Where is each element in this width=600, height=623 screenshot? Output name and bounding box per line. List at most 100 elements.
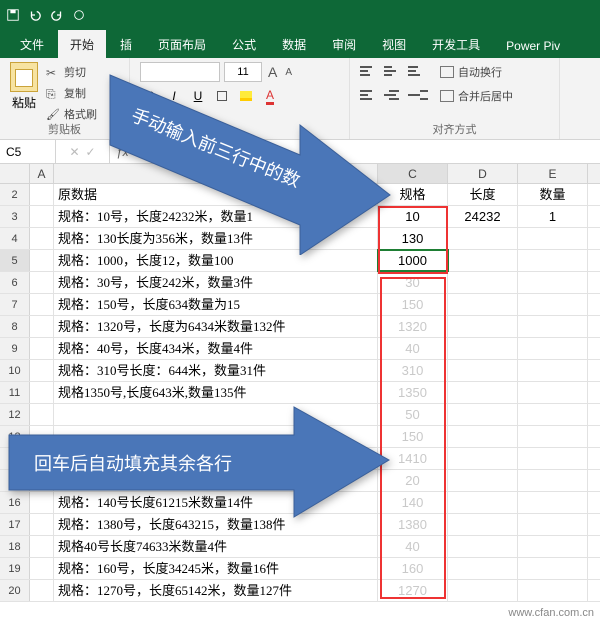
cancel-formula-icon[interactable]: ✕ (69, 145, 79, 159)
enter-formula-icon[interactable]: ✓ (86, 145, 96, 159)
cell[interactable] (30, 338, 54, 359)
cell[interactable]: 规格40号长度74633米数量4件 (54, 536, 378, 557)
cell[interactable] (448, 558, 518, 579)
redo-icon[interactable] (50, 8, 64, 22)
select-all-corner[interactable] (0, 164, 30, 183)
tab-home[interactable]: 开始 (58, 30, 106, 58)
cell[interactable] (30, 580, 54, 601)
cell[interactable] (518, 536, 588, 557)
align-right-button[interactable] (408, 86, 428, 104)
col-header-A[interactable]: A (30, 164, 54, 183)
cell[interactable] (30, 228, 54, 249)
row-header[interactable]: 3 (0, 206, 30, 227)
cell[interactable]: 规格：1320号，长度为6434米数量132件 (54, 316, 378, 337)
cell[interactable] (518, 360, 588, 381)
save-icon[interactable] (6, 8, 20, 22)
row-header[interactable]: 20 (0, 580, 30, 601)
cell[interactable] (448, 382, 518, 403)
cell[interactable] (448, 316, 518, 337)
touch-mode-icon[interactable] (72, 8, 86, 22)
cell[interactable] (518, 382, 588, 403)
tab-developer[interactable]: 开发工具 (420, 30, 492, 58)
cell[interactable]: 1270 (378, 580, 448, 601)
cell[interactable] (448, 470, 518, 491)
cell[interactable] (448, 448, 518, 469)
tab-powerpivot[interactable]: Power Piv (494, 33, 572, 58)
cell[interactable]: 30 (378, 272, 448, 293)
cell[interactable] (518, 558, 588, 579)
cell[interactable] (448, 272, 518, 293)
cell[interactable]: 40 (378, 536, 448, 557)
row-header[interactable]: 18 (0, 536, 30, 557)
cell[interactable] (518, 580, 588, 601)
cell[interactable]: 40 (378, 338, 448, 359)
cell[interactable]: 长度 (448, 184, 518, 205)
cell[interactable]: 24232 (448, 206, 518, 227)
cell[interactable] (448, 404, 518, 425)
row-header[interactable]: 8 (0, 316, 30, 337)
paste-button[interactable]: 粘贴 (10, 62, 38, 124)
cell[interactable]: 1320 (378, 316, 448, 337)
cell[interactable]: 规格：310号长度：644米，数量31件 (54, 360, 378, 381)
cell[interactable] (518, 294, 588, 315)
cell[interactable]: 规格：1270号，长度65142米，数量127件 (54, 580, 378, 601)
cell[interactable] (518, 426, 588, 447)
cell[interactable] (30, 558, 54, 579)
cell[interactable] (518, 338, 588, 359)
cell[interactable]: 规格：30号，长度242米，数量3件 (54, 272, 378, 293)
cell[interactable] (518, 272, 588, 293)
row-header[interactable]: 4 (0, 228, 30, 249)
cell[interactable] (448, 360, 518, 381)
cell[interactable] (30, 272, 54, 293)
cell[interactable] (30, 250, 54, 271)
cell[interactable] (30, 536, 54, 557)
cell[interactable]: 规格：40号，长度434米，数量4件 (54, 338, 378, 359)
merge-center-button[interactable]: 合并后居中 (440, 86, 513, 106)
row-header[interactable]: 10 (0, 360, 30, 381)
cell[interactable] (518, 316, 588, 337)
col-header-D[interactable]: D (448, 164, 518, 183)
cut-button[interactable]: 剪切 (46, 62, 97, 82)
cell[interactable]: 规格：160号，长度34245米，数量16件 (54, 558, 378, 579)
cell[interactable] (518, 404, 588, 425)
row-header[interactable]: 2 (0, 184, 30, 205)
row-header[interactable]: 9 (0, 338, 30, 359)
cell[interactable] (30, 360, 54, 381)
tab-file[interactable]: 文件 (8, 30, 56, 58)
cell[interactable]: 数量 (518, 184, 588, 205)
cell[interactable]: 160 (378, 558, 448, 579)
cell[interactable] (448, 426, 518, 447)
cell[interactable] (30, 184, 54, 205)
cell[interactable]: 1 (518, 206, 588, 227)
cell[interactable] (448, 514, 518, 535)
row-header[interactable]: 7 (0, 294, 30, 315)
cell[interactable] (30, 206, 54, 227)
cell[interactable] (518, 470, 588, 491)
undo-icon[interactable] (28, 8, 42, 22)
copy-button[interactable]: 复制 (46, 83, 97, 103)
cell[interactable] (448, 338, 518, 359)
col-header-E[interactable]: E (518, 164, 588, 183)
cell[interactable] (518, 492, 588, 513)
align-bottom-button[interactable] (408, 62, 428, 80)
row-header[interactable]: 6 (0, 272, 30, 293)
cell[interactable] (518, 228, 588, 249)
cell[interactable] (448, 580, 518, 601)
cell[interactable] (448, 228, 518, 249)
cell[interactable] (518, 448, 588, 469)
cell[interactable] (448, 294, 518, 315)
wrap-text-button[interactable]: 自动换行 (440, 62, 513, 82)
cell[interactable] (30, 316, 54, 337)
cell[interactable] (448, 492, 518, 513)
cell[interactable] (30, 294, 54, 315)
cell[interactable] (448, 250, 518, 271)
row-header[interactable]: 19 (0, 558, 30, 579)
cell[interactable] (518, 514, 588, 535)
name-box[interactable]: C5 (0, 140, 56, 163)
cell[interactable] (518, 250, 588, 271)
cell[interactable]: 150 (378, 294, 448, 315)
cell[interactable]: 规格：150号，长度634数量为15 (54, 294, 378, 315)
cell[interactable] (448, 536, 518, 557)
cell[interactable]: 310 (378, 360, 448, 381)
row-header[interactable]: 5 (0, 250, 30, 271)
